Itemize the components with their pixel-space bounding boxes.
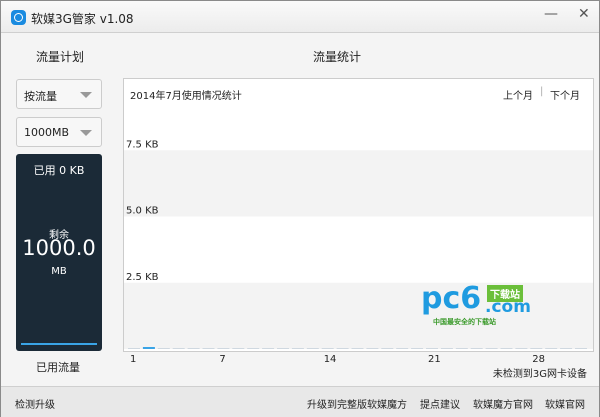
data-bar: [575, 348, 587, 349]
x-tick-label: 28: [532, 354, 546, 365]
chart-band: [124, 150, 593, 217]
mofang-site-link[interactable]: 软媒魔方官网: [473, 396, 533, 411]
data-bar: [470, 348, 483, 349]
stats-heading: 流量统计: [313, 50, 362, 64]
device-status: 未检测到3G网卡设备: [492, 369, 587, 380]
data-bar: [351, 348, 364, 349]
link-separator: |: [540, 86, 544, 97]
data-bar: [172, 348, 185, 349]
prev-month-link[interactable]: 上个月: [503, 87, 533, 102]
feedback-link[interactable]: 提点建议: [420, 396, 460, 411]
data-bar: [336, 348, 349, 349]
plan-size-value: 1000MB: [24, 126, 70, 139]
data-bar: [247, 348, 260, 349]
x-tick-label: 14: [323, 354, 337, 365]
app-window: 软媒3G管家 v1.08 — ✕ 流量计划 流量统计 按流量 1000MB 已用…: [0, 0, 600, 417]
watermark-logo: pc6 下载站 .com 中国最安全的下载站: [421, 281, 531, 326]
data-bar: [411, 348, 424, 349]
usage-bar: [21, 343, 97, 345]
data-bar: [277, 348, 289, 349]
plan-mode-select[interactable]: 按流量: [16, 79, 102, 109]
data-bar: [232, 348, 245, 349]
data-bar: [545, 348, 558, 349]
window-title: 软媒3G管家 v1.08: [31, 12, 134, 26]
data-bar: [381, 348, 394, 349]
next-month-link[interactable]: 下个月: [550, 87, 580, 102]
plan-heading: 流量计划: [36, 50, 85, 64]
footer-bar: 检测升级 升级到完整版软媒魔方 提点建议 软媒魔方官网 软媒官网: [1, 386, 599, 417]
remaining-value: 1000.0: [22, 236, 96, 260]
data-bar: [440, 348, 453, 349]
y-tick-label: 7.5 KB: [126, 139, 159, 150]
chevron-down-icon: [80, 130, 92, 136]
data-bar: [530, 348, 543, 349]
data-bar: [187, 348, 200, 349]
plan-mode-value: 按流量: [24, 90, 57, 103]
y-tick-label: 2.5 KB: [126, 272, 159, 283]
data-bar: [426, 348, 438, 349]
x-tick-label: 21: [428, 354, 441, 365]
remaining-unit: MB: [51, 266, 67, 277]
chevron-down-icon: [80, 92, 92, 98]
data-bar: [485, 348, 498, 349]
upgrade-link[interactable]: 升级到完整版软媒魔方: [307, 396, 407, 411]
chart-title: 2014年7月使用情况统计: [130, 91, 242, 102]
data-bar: [500, 348, 513, 349]
data-bar: [142, 347, 155, 349]
data-bar: [202, 348, 215, 349]
data-bar: [157, 348, 170, 349]
x-tick-label: 1: [130, 354, 137, 365]
usage-gauge: 已用 0 KB 剩余 1000.0 MB: [16, 154, 102, 351]
data-bar: [455, 348, 468, 349]
y-tick-label: 5.0 KB: [126, 206, 159, 217]
data-bar: [396, 348, 409, 349]
used-amount: 已用 0 KB: [33, 164, 85, 177]
data-bar: [321, 348, 334, 349]
app-logo-icon: [11, 10, 26, 25]
data-bar: [306, 348, 319, 349]
data-bar: [291, 348, 304, 349]
check-update-link[interactable]: 检测升级: [15, 396, 55, 411]
data-bar: [366, 348, 379, 349]
ruanmei-site-link[interactable]: 软媒官网: [545, 396, 585, 411]
plan-size-select[interactable]: 1000MB: [16, 117, 102, 147]
data-bar: [128, 348, 140, 349]
data-bar: [560, 348, 573, 349]
data-bar: [262, 348, 275, 349]
used-caption: 已用流量: [36, 361, 80, 374]
close-button[interactable]: ✕: [578, 6, 590, 22]
x-tick-label: 7: [219, 354, 226, 365]
data-bar: [217, 348, 230, 349]
data-bar: [515, 348, 528, 349]
title-bar: 软媒3G管家 v1.08 — ✕: [1, 1, 599, 33]
minimize-button[interactable]: —: [544, 6, 558, 22]
